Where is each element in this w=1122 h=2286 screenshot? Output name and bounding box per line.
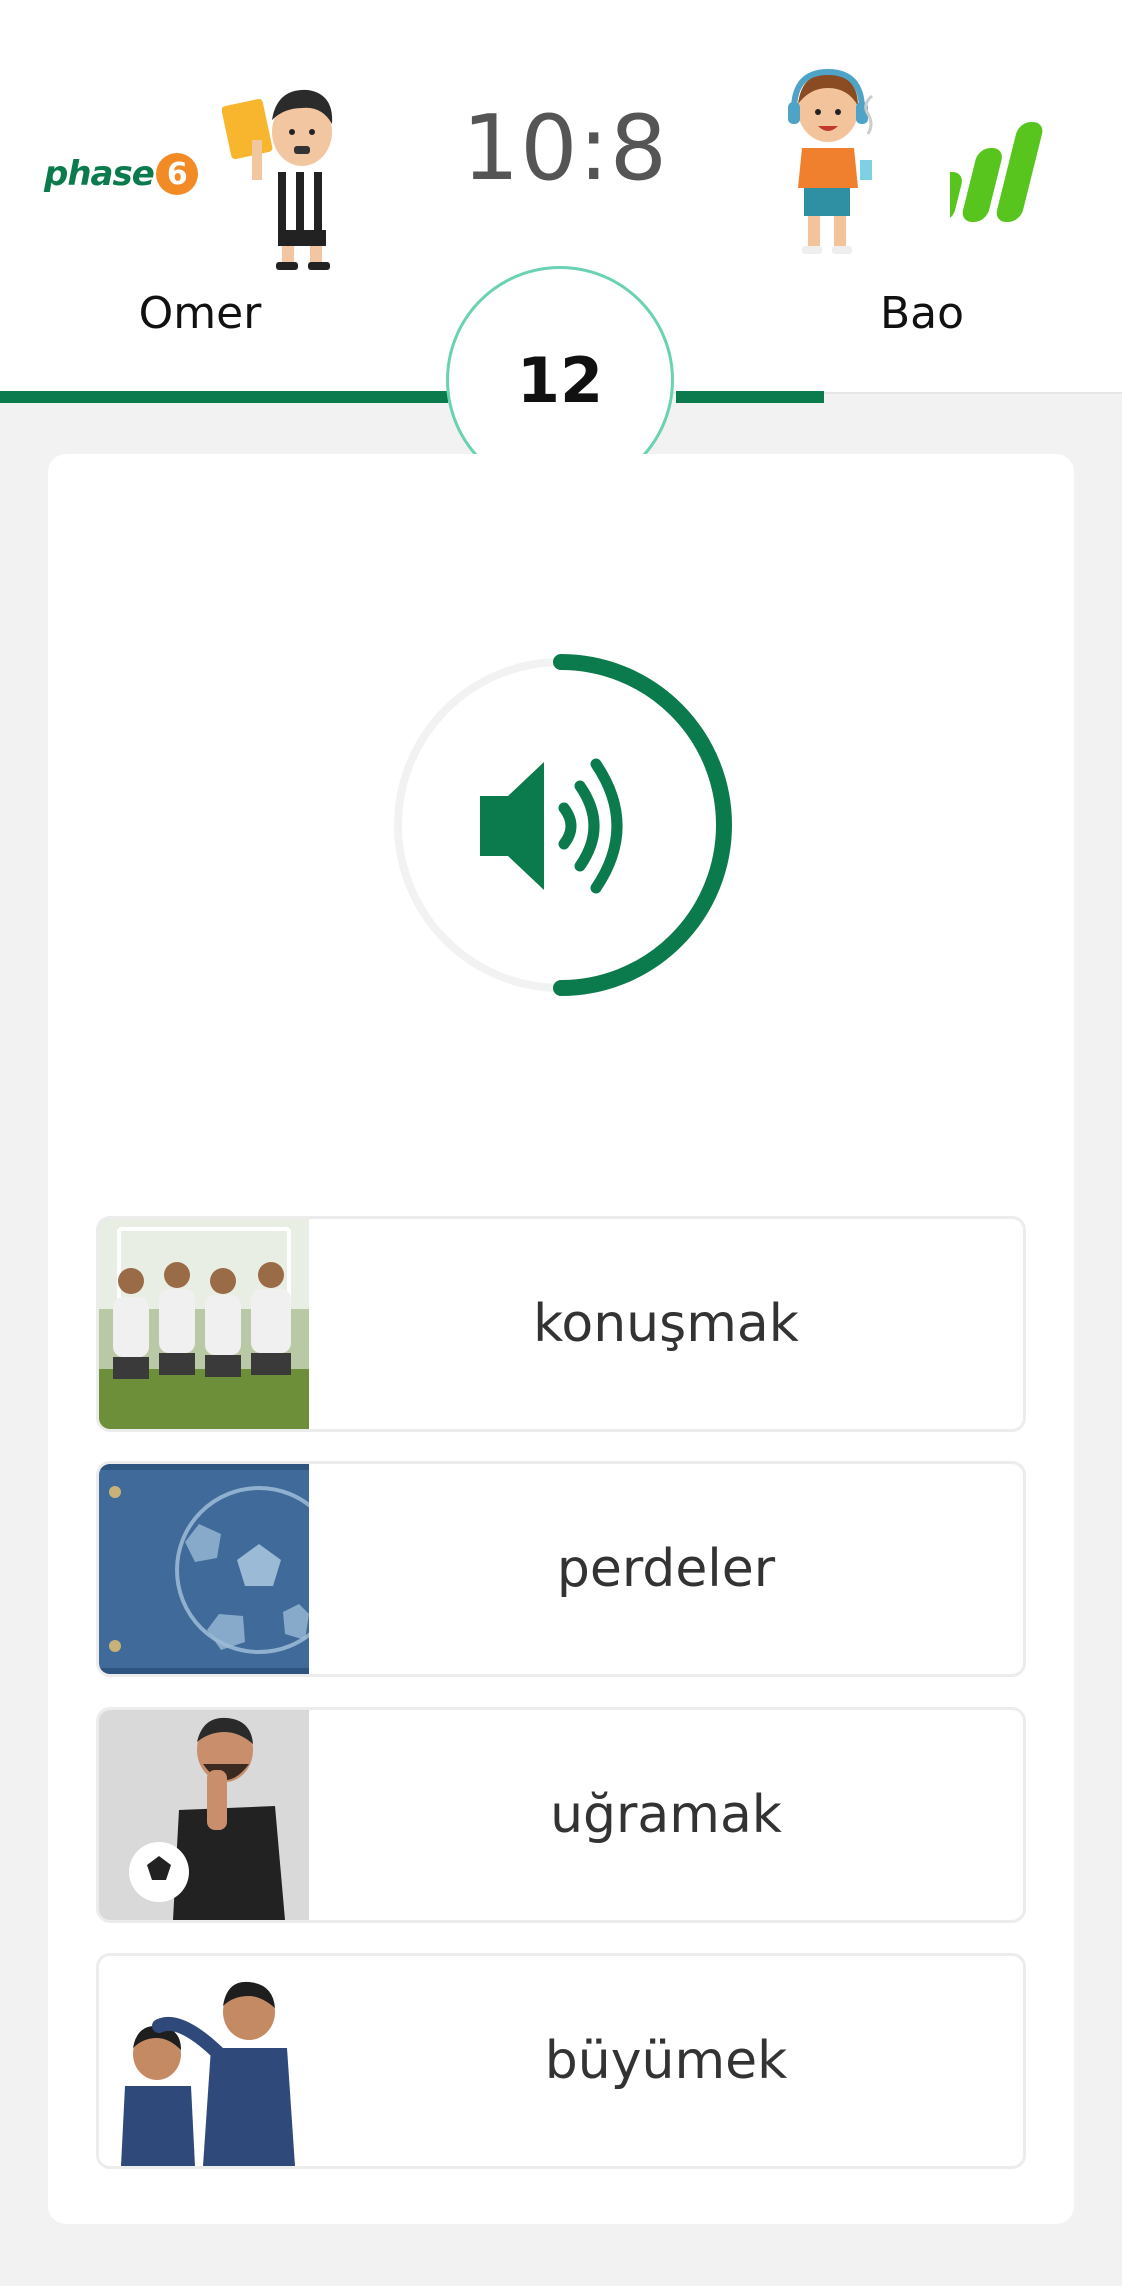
referee-avatar bbox=[222, 89, 340, 270]
denim-soccer-ball-photo bbox=[99, 1464, 309, 1674]
audio-ring-progress bbox=[553, 654, 732, 996]
two-boys-photo bbox=[99, 1956, 309, 2166]
answer-option-3[interactable]: uğramak bbox=[96, 1707, 1026, 1923]
soccer-team-photo bbox=[99, 1219, 309, 1429]
answer-option-1[interactable]: konuşmak bbox=[96, 1216, 1026, 1432]
child-avatar bbox=[788, 68, 873, 254]
score-display: 10:8 bbox=[461, 96, 669, 201]
answer-option-4[interactable]: büyümek bbox=[96, 1953, 1026, 2169]
option-label: konuşmak bbox=[533, 1294, 799, 1354]
phase6-logo: phase 6 bbox=[44, 153, 198, 195]
option-label: uğramak bbox=[550, 1785, 782, 1845]
man-with-ball-photo bbox=[99, 1710, 309, 1920]
opponent-logo bbox=[950, 122, 1043, 222]
audio-play-button[interactable] bbox=[386, 650, 736, 1000]
progress-bar-left bbox=[0, 391, 448, 403]
player-left-name: Omer bbox=[138, 288, 262, 339]
player-right-name: Bao bbox=[879, 288, 965, 339]
answer-option-2[interactable]: perdeler bbox=[96, 1461, 1026, 1677]
option-label: büyümek bbox=[544, 2031, 788, 2091]
speaker-icon bbox=[480, 758, 623, 894]
option-label: perdeler bbox=[556, 1539, 776, 1599]
progress-bar-right bbox=[676, 391, 824, 403]
